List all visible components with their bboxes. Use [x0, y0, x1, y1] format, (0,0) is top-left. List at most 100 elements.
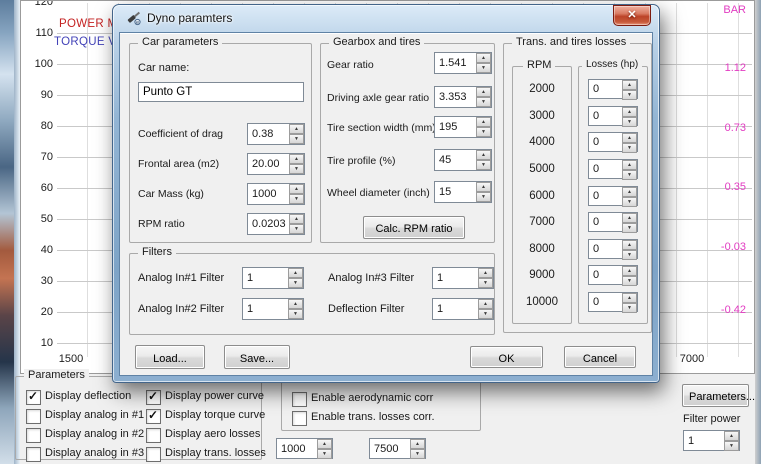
down-arrow-icon[interactable]: ▼: [289, 194, 304, 204]
down-arrow-icon[interactable]: ▼: [724, 441, 739, 451]
down-arrow-icon[interactable]: ▼: [288, 278, 303, 288]
up-arrow-icon[interactable]: ▲: [289, 154, 304, 164]
down-arrow-icon[interactable]: ▼: [289, 134, 304, 144]
loss-3000-spinner[interactable]: 0▲▼: [588, 106, 638, 126]
deflection-filter-spinner[interactable]: 1 ▲▼: [432, 298, 494, 320]
checkbox[interactable]: [292, 392, 307, 407]
down-arrow-icon[interactable]: ▼: [476, 160, 491, 170]
down-arrow-icon[interactable]: ▼: [476, 63, 491, 73]
spinner-buttons[interactable]: ▲▼: [476, 182, 491, 202]
spinner-buttons[interactable]: ▲▼: [288, 268, 303, 288]
checkbox[interactable]: [26, 390, 41, 405]
spinner-buttons[interactable]: ▲▼: [478, 299, 493, 319]
spinner-buttons[interactable]: ▲▼: [622, 266, 637, 284]
down-arrow-icon[interactable]: ▼: [622, 197, 637, 207]
down-arrow-icon[interactable]: ▼: [622, 250, 637, 260]
up-arrow-icon[interactable]: ▲: [476, 87, 491, 97]
checkbox[interactable]: [26, 409, 41, 424]
up-arrow-icon[interactable]: ▲: [476, 182, 491, 192]
checkbox[interactable]: [146, 409, 161, 424]
up-arrow-icon[interactable]: ▲: [622, 80, 637, 90]
up-arrow-icon[interactable]: ▲: [289, 214, 304, 224]
parameters-button[interactable]: Parameters...: [682, 384, 749, 407]
rpm-min-spinner[interactable]: 1000 ▲▼: [276, 438, 333, 459]
up-arrow-icon[interactable]: ▲: [317, 439, 332, 449]
up-arrow-icon[interactable]: ▲: [622, 160, 637, 170]
down-arrow-icon[interactable]: ▼: [476, 97, 491, 107]
tire-profile-spinner[interactable]: 45 ▲▼: [434, 149, 492, 171]
down-arrow-icon[interactable]: ▼: [289, 224, 304, 234]
analog3-filter-spinner[interactable]: 1 ▲▼: [432, 267, 494, 289]
checkbox[interactable]: [292, 411, 307, 426]
loss-8000-spinner[interactable]: 0▲▼: [588, 239, 638, 259]
up-arrow-icon[interactable]: ▲: [622, 266, 637, 276]
dialog-title-bar[interactable]: e Dyno paramters ✕: [113, 5, 659, 32]
spinner-buttons[interactable]: ▲▼: [476, 117, 491, 137]
spinner-buttons[interactable]: ▲▼: [622, 187, 637, 205]
down-arrow-icon[interactable]: ▼: [622, 303, 637, 313]
loss-10000-spinner[interactable]: 0▲▼: [588, 292, 638, 312]
checkbox[interactable]: [26, 428, 41, 443]
up-arrow-icon[interactable]: ▲: [288, 268, 303, 278]
up-arrow-icon[interactable]: ▲: [288, 299, 303, 309]
axle-gear-ratio-spinner[interactable]: 3.353 ▲▼: [434, 86, 492, 108]
down-arrow-icon[interactable]: ▼: [478, 278, 493, 288]
spinner-buttons[interactable]: ▲▼: [622, 213, 637, 231]
down-arrow-icon[interactable]: ▼: [288, 309, 303, 319]
up-arrow-icon[interactable]: ▲: [622, 107, 637, 117]
down-arrow-icon[interactable]: ▼: [622, 170, 637, 180]
car-mass-spinner[interactable]: 1000 ▲▼: [247, 183, 305, 205]
up-arrow-icon[interactable]: ▲: [622, 240, 637, 250]
rpm-max-spinner[interactable]: 7500 ▲▼: [369, 438, 426, 459]
spinner-buttons[interactable]: ▲▼: [622, 107, 637, 125]
analog1-filter-spinner[interactable]: 1 ▲▼: [242, 267, 304, 289]
ok-button[interactable]: OK: [470, 346, 543, 368]
spinner-buttons[interactable]: ▲▼: [476, 53, 491, 73]
up-arrow-icon[interactable]: ▲: [478, 299, 493, 309]
spinner-buttons[interactable]: ▲▼: [410, 439, 425, 458]
up-arrow-icon[interactable]: ▲: [622, 213, 637, 223]
tire-width-spinner[interactable]: 195 ▲▼: [434, 116, 492, 138]
spinner-buttons[interactable]: ▲▼: [289, 124, 304, 144]
up-arrow-icon[interactable]: ▲: [476, 117, 491, 127]
filter-power-spinner[interactable]: 1 ▲▼: [683, 430, 740, 451]
up-arrow-icon[interactable]: ▲: [724, 431, 739, 441]
down-arrow-icon[interactable]: ▼: [476, 192, 491, 202]
up-arrow-icon[interactable]: ▲: [622, 293, 637, 303]
loss-9000-spinner[interactable]: 0▲▼: [588, 265, 638, 285]
drag-coefficient-spinner[interactable]: 0.38 ▲▼: [247, 123, 305, 145]
down-arrow-icon[interactable]: ▼: [622, 223, 637, 233]
spinner-buttons[interactable]: ▲▼: [289, 184, 304, 204]
spinner-buttons[interactable]: ▲▼: [476, 87, 491, 107]
spinner-buttons[interactable]: ▲▼: [622, 240, 637, 258]
up-arrow-icon[interactable]: ▲: [289, 124, 304, 134]
wheel-diameter-spinner[interactable]: 15 ▲▼: [434, 181, 492, 203]
close-icon[interactable]: ✕: [613, 5, 651, 26]
spinner-buttons[interactable]: ▲▼: [622, 293, 637, 311]
down-arrow-icon[interactable]: ▼: [289, 164, 304, 174]
spinner-buttons[interactable]: ▲▼: [478, 268, 493, 288]
loss-7000-spinner[interactable]: 0▲▼: [588, 212, 638, 232]
down-arrow-icon[interactable]: ▼: [317, 449, 332, 459]
spinner-buttons[interactable]: ▲▼: [288, 299, 303, 319]
loss-5000-spinner[interactable]: 0▲▼: [588, 159, 638, 179]
down-arrow-icon[interactable]: ▼: [476, 127, 491, 137]
gear-ratio-spinner[interactable]: 1.541 ▲▼: [434, 52, 492, 74]
load-button[interactable]: Load...: [135, 345, 205, 369]
save-button[interactable]: Save...: [224, 345, 290, 369]
spinner-buttons[interactable]: ▲▼: [289, 214, 304, 234]
loss-2000-spinner[interactable]: 0▲▼: [588, 79, 638, 99]
spinner-buttons[interactable]: ▲▼: [317, 439, 332, 458]
checkbox[interactable]: [146, 428, 161, 443]
down-arrow-icon[interactable]: ▼: [622, 143, 637, 153]
car-name-input[interactable]: [138, 82, 304, 102]
down-arrow-icon[interactable]: ▼: [622, 276, 637, 286]
up-arrow-icon[interactable]: ▲: [478, 268, 493, 278]
loss-4000-spinner[interactable]: 0▲▼: [588, 132, 638, 152]
up-arrow-icon[interactable]: ▲: [289, 184, 304, 194]
calc-rpm-ratio-button[interactable]: Calc. RPM ratio: [363, 216, 465, 239]
rpm-ratio-spinner[interactable]: 0.0203 ▲▼: [247, 213, 305, 235]
spinner-buttons[interactable]: ▲▼: [622, 80, 637, 98]
spinner-buttons[interactable]: ▲▼: [289, 154, 304, 174]
cancel-button[interactable]: Cancel: [564, 346, 636, 368]
